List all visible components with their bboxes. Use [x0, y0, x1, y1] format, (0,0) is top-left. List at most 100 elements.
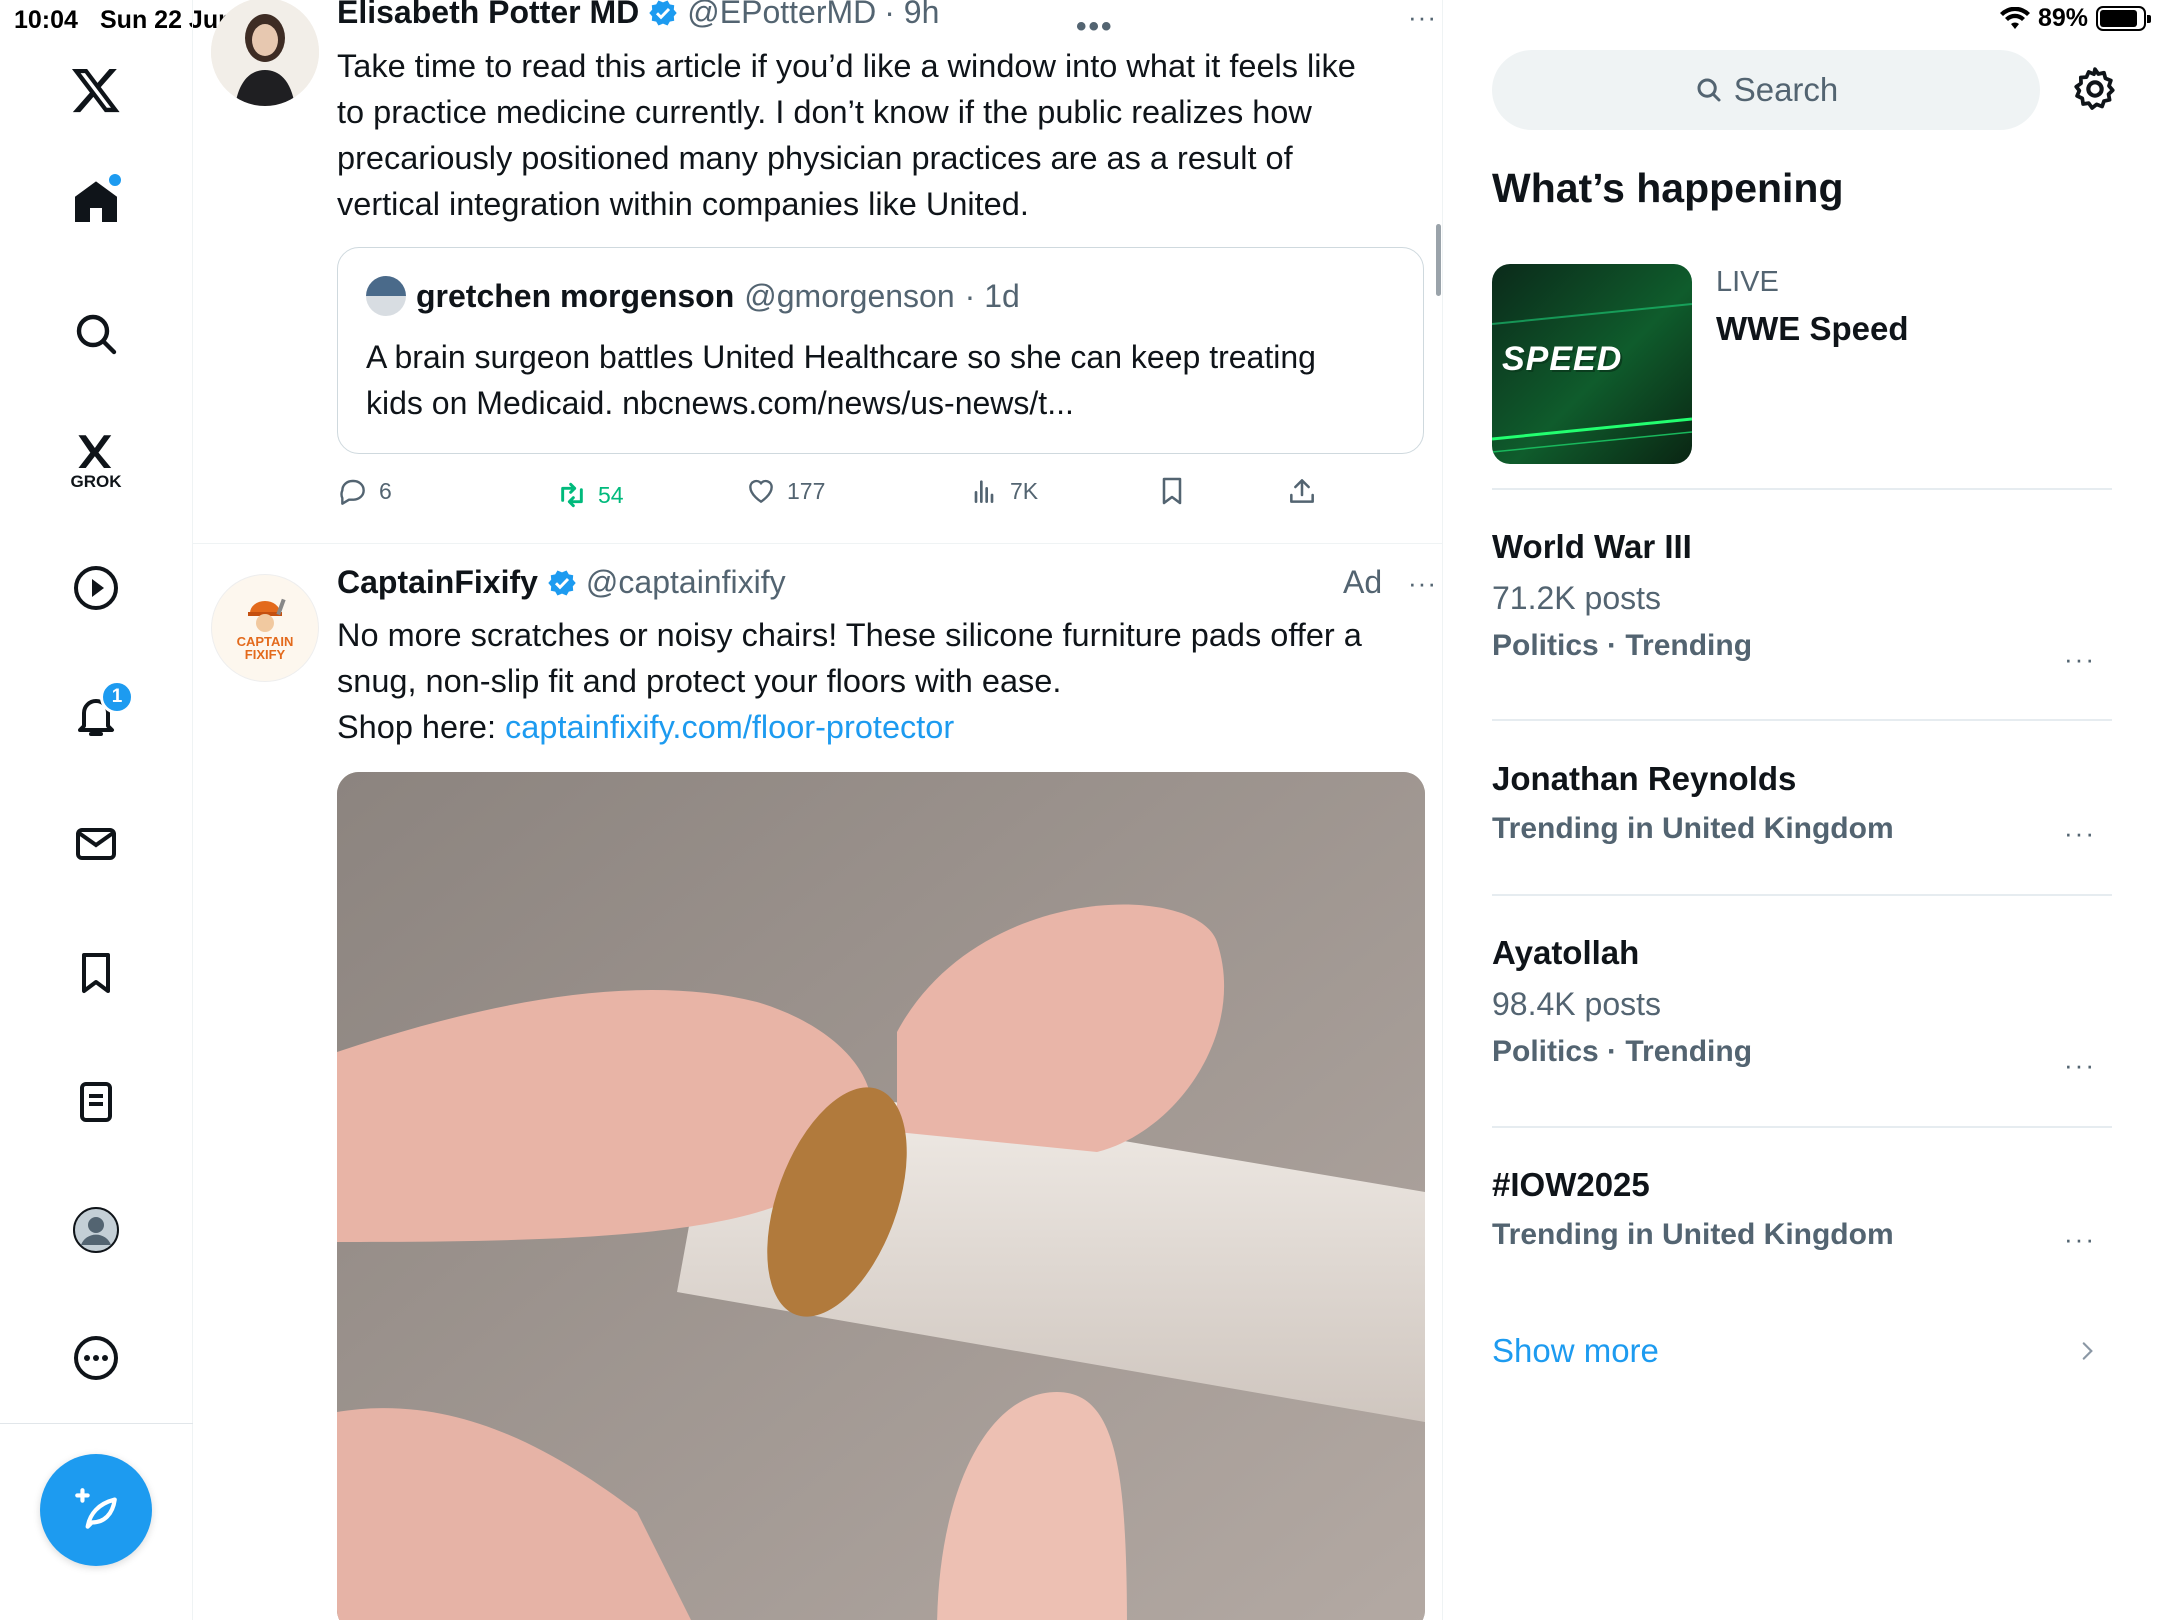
video-frame-image	[337, 772, 1425, 1620]
trend-category: Trending in United Kingdom	[1492, 1218, 1894, 1251]
timeline-feed[interactable]: Elisabeth Potter MD @EPotterMD · 9h ••• …	[193, 0, 1443, 1620]
trend-name: Jonathan Reynolds	[1492, 760, 1797, 797]
quote-text: A brain surgeon battles United Healthcar…	[366, 334, 1316, 426]
captainfixify-avatar[interactable]: CAPTAIN FIXIFY	[211, 574, 319, 682]
trend-more-icon[interactable]: ···	[2064, 644, 2096, 675]
explore-search-icon[interactable]	[56, 294, 136, 374]
trend-name: Ayatollah	[1492, 934, 1640, 971]
more-options-icon[interactable]	[56, 1318, 136, 1398]
home-icon[interactable]	[56, 162, 136, 242]
trend-divider	[1492, 1126, 2112, 1128]
quote-text-line: kids on Medicaid. nbcnews.com/news/us-ne…	[366, 385, 1074, 421]
chevron-right-icon	[2082, 1342, 2093, 1360]
quote-text-line: A brain surgeon battles United Healthcar…	[366, 339, 1316, 375]
tweet-more-icon[interactable]: ···	[1408, 2, 1437, 33]
tweet-timestamp[interactable]: · 9h	[884, 0, 939, 31]
notifications-bell-icon[interactable]: 1	[56, 676, 136, 756]
search-input[interactable]: Search	[1492, 50, 2040, 130]
trend-post-count: 98.4K posts	[1492, 986, 1661, 1022]
trend-name: #IOW2025	[1492, 1166, 1650, 1203]
left-navigation-rail: GROK 1	[0, 0, 193, 1620]
grok-icon[interactable]: GROK	[56, 420, 136, 500]
person-portrait	[211, 0, 319, 106]
view-count: 7K	[1010, 477, 1039, 504]
ad-label: Ad	[1343, 564, 1383, 600]
tweet-text-line: precariously positioned many physician p…	[337, 140, 1293, 176]
trend-name: World War III	[1492, 528, 1692, 565]
live-event-title: WWE Speed	[1716, 310, 1909, 347]
shop-prefix: Shop here:	[337, 709, 506, 745]
trend-category: Politics · Trending	[1492, 629, 1753, 662]
trend-category: Politics · Trending	[1492, 1035, 1753, 1068]
live-event-card[interactable]: SPEED LIVE WWE Speed	[1492, 264, 2112, 464]
like-count: 177	[787, 477, 826, 504]
search-placeholder: Search	[1733, 71, 1839, 108]
lists-icon[interactable]	[56, 1062, 136, 1142]
compose-post-button[interactable]	[40, 1454, 152, 1566]
like-button[interactable]: 177	[745, 475, 825, 507]
trend-more-icon[interactable]: ···	[2064, 1050, 2096, 1081]
tweet[interactable]: Elisabeth Potter MD @EPotterMD · 9h ••• …	[211, 0, 1441, 543]
bookmark-button[interactable]	[1156, 475, 1188, 507]
notifications-badge: 1	[100, 680, 134, 714]
live-event-thumb-text: SPEED	[1502, 340, 1623, 378]
mascot-logo	[248, 598, 286, 632]
search-icon	[1697, 78, 1721, 102]
tweet-author-handle[interactable]: @EPotterMD	[687, 0, 876, 31]
profile-avatar-icon[interactable]	[56, 1190, 136, 1270]
tweet-author-avatar[interactable]	[211, 0, 319, 106]
trend-divider	[1492, 894, 2112, 896]
promoted-tweet[interactable]: CAPTAIN FIXIFY CaptainFixify @captainfix…	[211, 544, 1441, 1620]
battery-percent: 89%	[2037, 4, 2088, 32]
compose-feather-icon	[75, 1488, 117, 1529]
tweet-author-name[interactable]: Elisabeth Potter MD	[337, 0, 639, 31]
quoted-tweet-card[interactable]: gretchen morgenson @gmorgenson · 1d A br…	[337, 247, 1424, 454]
trend-item[interactable]: Jonathan Reynolds Trending in United Kin…	[1492, 760, 2112, 870]
verified-badge-icon	[548, 569, 576, 596]
reply-icon	[340, 479, 365, 505]
show-more-label: Show more	[1492, 1332, 1659, 1369]
share-upload-icon	[1290, 479, 1314, 503]
trend-more-icon[interactable]: ···	[2064, 818, 2096, 849]
tweet-more-icon[interactable]: ···	[1408, 568, 1437, 599]
tweet-author-name[interactable]: CaptainFixify	[337, 564, 538, 601]
show-more-link[interactable]: Show more	[1492, 1326, 2112, 1376]
bookmark-icon	[1162, 477, 1182, 505]
quote-timestamp: · 1d	[964, 277, 1020, 314]
trend-divider	[1492, 719, 2112, 721]
live-label: LIVE	[1716, 266, 1779, 298]
feed-scrollbar[interactable]	[1436, 224, 1441, 296]
battery-icon	[2096, 6, 2151, 31]
tweet-text: Take time to read this article if you’d …	[337, 43, 1437, 227]
live-event-thumbnail: SPEED	[1492, 264, 1692, 464]
tweet-text-line: to practice medicine currently. I don’t …	[337, 94, 1312, 130]
repost-button[interactable]: 54	[556, 479, 624, 511]
x-logo-icon[interactable]	[56, 50, 136, 130]
tweet-header: Elisabeth Potter MD @EPotterMD · 9h	[337, 0, 939, 31]
share-button[interactable]	[1286, 475, 1318, 507]
quote-author-handle: @gmorgenson	[744, 277, 955, 314]
repost-count: 54	[598, 481, 624, 508]
trend-category: Trending in United Kingdom	[1492, 812, 1894, 845]
views-button[interactable]: 7K	[968, 475, 1038, 507]
home-unread-dot	[107, 172, 123, 188]
settings-gear-icon[interactable]	[2070, 64, 2120, 114]
promoted-video-media[interactable]	[337, 772, 1425, 1620]
trend-item[interactable]: Ayatollah 98.4K posts Politics · Trendin…	[1492, 934, 2112, 1094]
drag-handle-dots-icon[interactable]: •••	[1076, 10, 1114, 44]
tweet-text-line: No more scratches or noisy chairs! These…	[337, 617, 1362, 653]
tweet-header: CaptainFixify @captainfixify	[337, 564, 786, 601]
trend-divider	[1492, 488, 2112, 490]
bookmarks-icon[interactable]	[56, 933, 136, 1013]
tweet-author-handle[interactable]: @captainfixify	[586, 564, 786, 601]
trend-item[interactable]: #IOW2025 Trending in United Kingdom ···	[1492, 1166, 2112, 1276]
grok-label: GROK	[70, 472, 122, 491]
trend-more-icon[interactable]: ···	[2064, 1224, 2096, 1255]
status-indicators: 89%	[1999, 4, 2151, 33]
shop-link[interactable]: captainfixify.com/floor-protector	[505, 709, 954, 745]
video-play-icon[interactable]	[56, 548, 136, 628]
reply-button[interactable]: 6	[337, 475, 392, 507]
quote-header: gretchen morgenson @gmorgenson · 1d	[366, 276, 1020, 316]
trend-item[interactable]: World War III 71.2K posts Politics · Tre…	[1492, 528, 2112, 688]
messages-envelope-icon[interactable]	[56, 804, 136, 884]
